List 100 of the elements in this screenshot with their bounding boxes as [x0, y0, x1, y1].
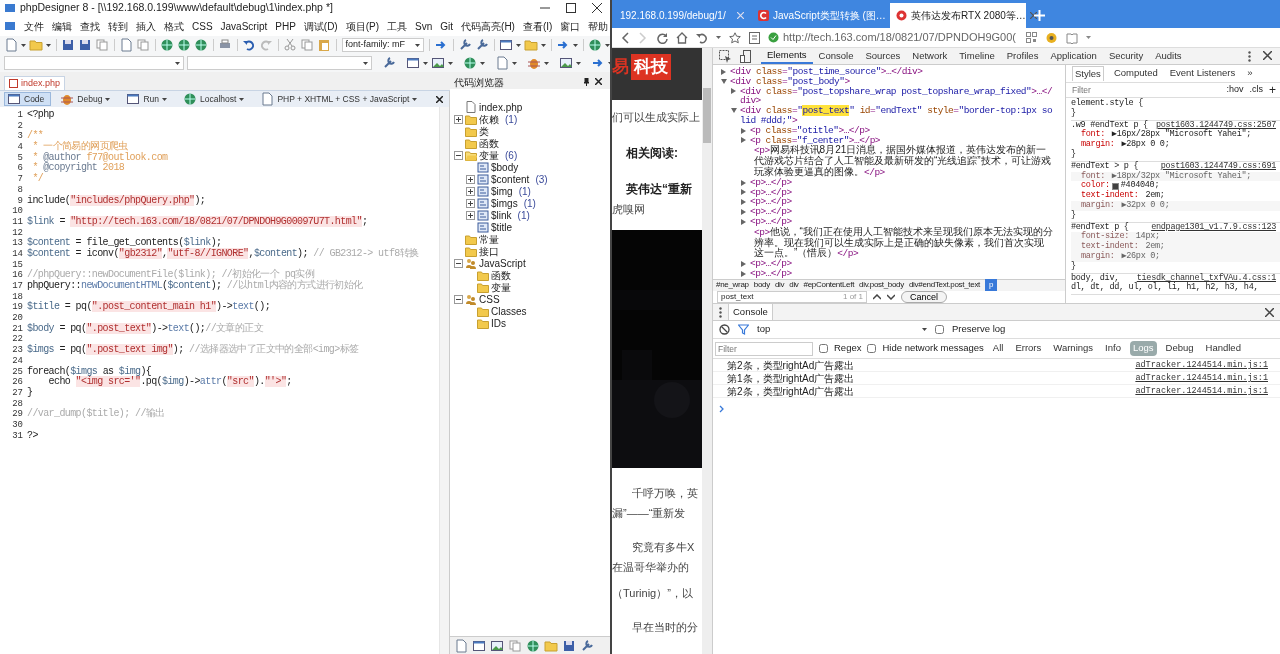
dom-node[interactable]: <p>…</p> [750, 268, 1053, 279]
breadcrumb[interactable]: div [789, 279, 799, 292]
breadcrumb[interactable]: #ne_wrap [716, 279, 749, 292]
code-line: foreach($imgs as $img){ [27, 366, 152, 377]
tree-item[interactable]: $img [491, 183, 513, 199]
line-number: 28 [11, 398, 24, 410]
menu-item[interactable]: 文件 [24, 18, 44, 34]
item-count: (6) [505, 148, 518, 163]
styles-tab[interactable]: » [1245, 66, 1255, 81]
css-selector: #endText p { [1071, 222, 1129, 232]
context-select[interactable]: top [757, 322, 927, 337]
menu-item[interactable]: 编辑 [52, 18, 72, 34]
dom-node[interactable]: <p>…</p> [750, 207, 1053, 217]
menu-item[interactable]: 项目(P) [345, 18, 380, 34]
dom-node[interactable]: <p>…</p> [750, 259, 1053, 269]
css-value: 2em; [1144, 191, 1165, 201]
dom-node[interactable]: <p>…</p> [750, 187, 1053, 198]
devtools-tab[interactable]: Timeline [953, 48, 1001, 64]
code-line: $title = pq(".post_content_main h1")->text(); [27, 302, 271, 314]
menu-item[interactable]: 工具 [387, 18, 408, 34]
devtools-tab[interactable]: Console [812, 48, 860, 64]
toolbar-button[interactable]: Run [123, 92, 174, 106]
menu-item[interactable]: 代码高亮(H) [461, 18, 515, 34]
devtools-tab[interactable]: Network [906, 48, 954, 64]
browser-tab[interactable]: 192.168.0.199/debug/1/ [614, 3, 750, 28]
dom-node[interactable]: <p class="otitle">…</p> [750, 125, 1053, 136]
breadcrumb[interactable]: body [753, 279, 770, 292]
menu-item[interactable]: CSS [192, 18, 213, 34]
address-field[interactable]: http://tech.163.com/18/0821/07/DPNDOH9G00( [768, 29, 1018, 46]
level-filter-button[interactable]: Handled [1202, 341, 1244, 356]
styles-tab[interactable]: Computed [1111, 66, 1160, 81]
dom-node[interactable]: <p>…</p> [750, 177, 1053, 188]
devtools-tab[interactable]: Security [1102, 48, 1150, 64]
dom-node[interactable]: <p>…</p> [750, 216, 1053, 227]
level-filter-button[interactable]: All [989, 341, 1007, 356]
level-filter-button[interactable]: Warnings [1050, 341, 1097, 356]
line-number: 21 [11, 323, 24, 335]
source-link[interactable]: post1603.1244749.css:691 [1160, 161, 1276, 172]
item-count: (1) [517, 209, 530, 223]
source-link[interactable]: adTracker.1244514.min.js:1 [1135, 360, 1268, 370]
css-property: text-indent: [1081, 242, 1139, 252]
menu-item[interactable]: PHP [275, 18, 296, 34]
site-logo-badge: 科技 [631, 54, 671, 80]
breadcrumb[interactable]: #epContentLeft [803, 279, 855, 292]
menu-item[interactable]: 转到 [108, 18, 128, 34]
menu-item[interactable]: 调试(D) [303, 18, 338, 34]
dom-node[interactable]: <p>网易科技讯8月21日消息，据国外媒体报道，英伟达发布的新一代游戏芯片结合了人工智能及最新研发的“光线追踪”技术，可让游戏玩家体验更逼真的图像。</p> [750, 145, 1053, 178]
breadcrumb[interactable]: p [985, 279, 998, 292]
toolbar-button[interactable]: PHP + XHTML + CSS + JavaScript [257, 92, 425, 106]
font-combo[interactable]: font-family: mF [341, 38, 424, 52]
dom-node[interactable]: <div class="post_text" id="endText" style="border-top:1px solid #ddd;"> [740, 106, 1053, 126]
dom-node[interactable]: <p>…</p> [750, 197, 1053, 208]
breadcrumb[interactable]: div#endText.post_text [908, 279, 981, 292]
source-link[interactable]: adTracker.1244514.min.js:1 [1135, 386, 1268, 396]
menu-item[interactable]: 查看(I) [522, 18, 553, 34]
breadcrumb[interactable]: div.post_body [859, 279, 904, 292]
level-filter-button[interactable]: Info [1102, 341, 1124, 356]
line-number: 24 [11, 355, 24, 367]
article-text: 早在当时的分 [631, 620, 699, 635]
line-number: 20 [11, 313, 24, 324]
line-number: 23 [11, 345, 24, 356]
menu-item[interactable]: 窗口 [560, 18, 581, 34]
toolbar-button[interactable]: Code [4, 92, 52, 106]
source-link[interactable]: endpage1301_v1.7.9.css:123 [1151, 222, 1276, 233]
menu-item[interactable]: Git [440, 18, 454, 34]
devtools-tab[interactable]: Profiles [1000, 48, 1045, 64]
devtools-tab[interactable]: Elements [761, 48, 813, 64]
link-text: 相关阅读: [625, 145, 679, 162]
toggle-button[interactable]: :hov [1226, 83, 1244, 97]
menu-item[interactable]: JavaScript [220, 18, 268, 34]
source-link[interactable]: adTracker.1244514.min.js:1 [1135, 373, 1268, 383]
toggle-button[interactable]: .cls [1249, 83, 1263, 97]
menu-item[interactable]: 插入 [136, 18, 156, 34]
styles-tab[interactable]: Event Listeners [1167, 66, 1238, 81]
menu-item[interactable]: 查找 [80, 18, 100, 34]
file-tab[interactable]: index.php [4, 76, 66, 90]
toolbar-button[interactable]: Localhost [180, 92, 252, 106]
styles-tab[interactable]: Styles [1072, 65, 1104, 82]
dom-node[interactable]: <div class="post_body"> [730, 76, 1053, 87]
devtools-tab[interactable]: Sources [859, 48, 907, 64]
dom-node[interactable]: <div class="post_time_source">…</div> [730, 67, 1053, 77]
filter-field[interactable]: Filter [715, 341, 813, 356]
menu-item[interactable]: 帮助 [588, 18, 609, 34]
css-value: 2em; [1144, 242, 1165, 252]
search-field[interactable]: post_text 1 of 1 [717, 290, 867, 303]
line-number: 26 [11, 377, 24, 388]
level-filter-button[interactable]: Debug [1162, 341, 1197, 356]
menu-item[interactable]: 格式 [164, 18, 184, 34]
breadcrumb[interactable]: div [774, 279, 785, 292]
source-link[interactable]: post1603.1244749.css:2507 [1155, 120, 1276, 131]
level-filter-button[interactable]: Errors [1012, 341, 1045, 356]
dom-node[interactable]: <p>他说，“我们正在使用人工智能技术来呈现我们原本无法实现的分辨率。现在我们可以生成实际上是正确的缺失像素，我们首次实现这一点。”（惜辰）</p> [750, 226, 1053, 260]
css-value: ▶16px/28px "Microsoft Yahei"; [1111, 130, 1252, 140]
menu-item[interactable]: Svn [415, 18, 433, 34]
devtools-tab[interactable]: Application [1044, 48, 1103, 64]
dom-node[interactable]: <div class="post_topshare_wrap post_topshare_wrap_fixed">…</div> [740, 86, 1053, 107]
add-button[interactable]: + [1269, 81, 1276, 99]
devtools-tab[interactable]: Audits [1149, 48, 1188, 64]
window-title: phpDesigner 8 - [\\192.168.0.199\www\default\debug\1\index.php *] [20, 0, 333, 16]
toolbar-button[interactable]: Debug [57, 92, 118, 106]
